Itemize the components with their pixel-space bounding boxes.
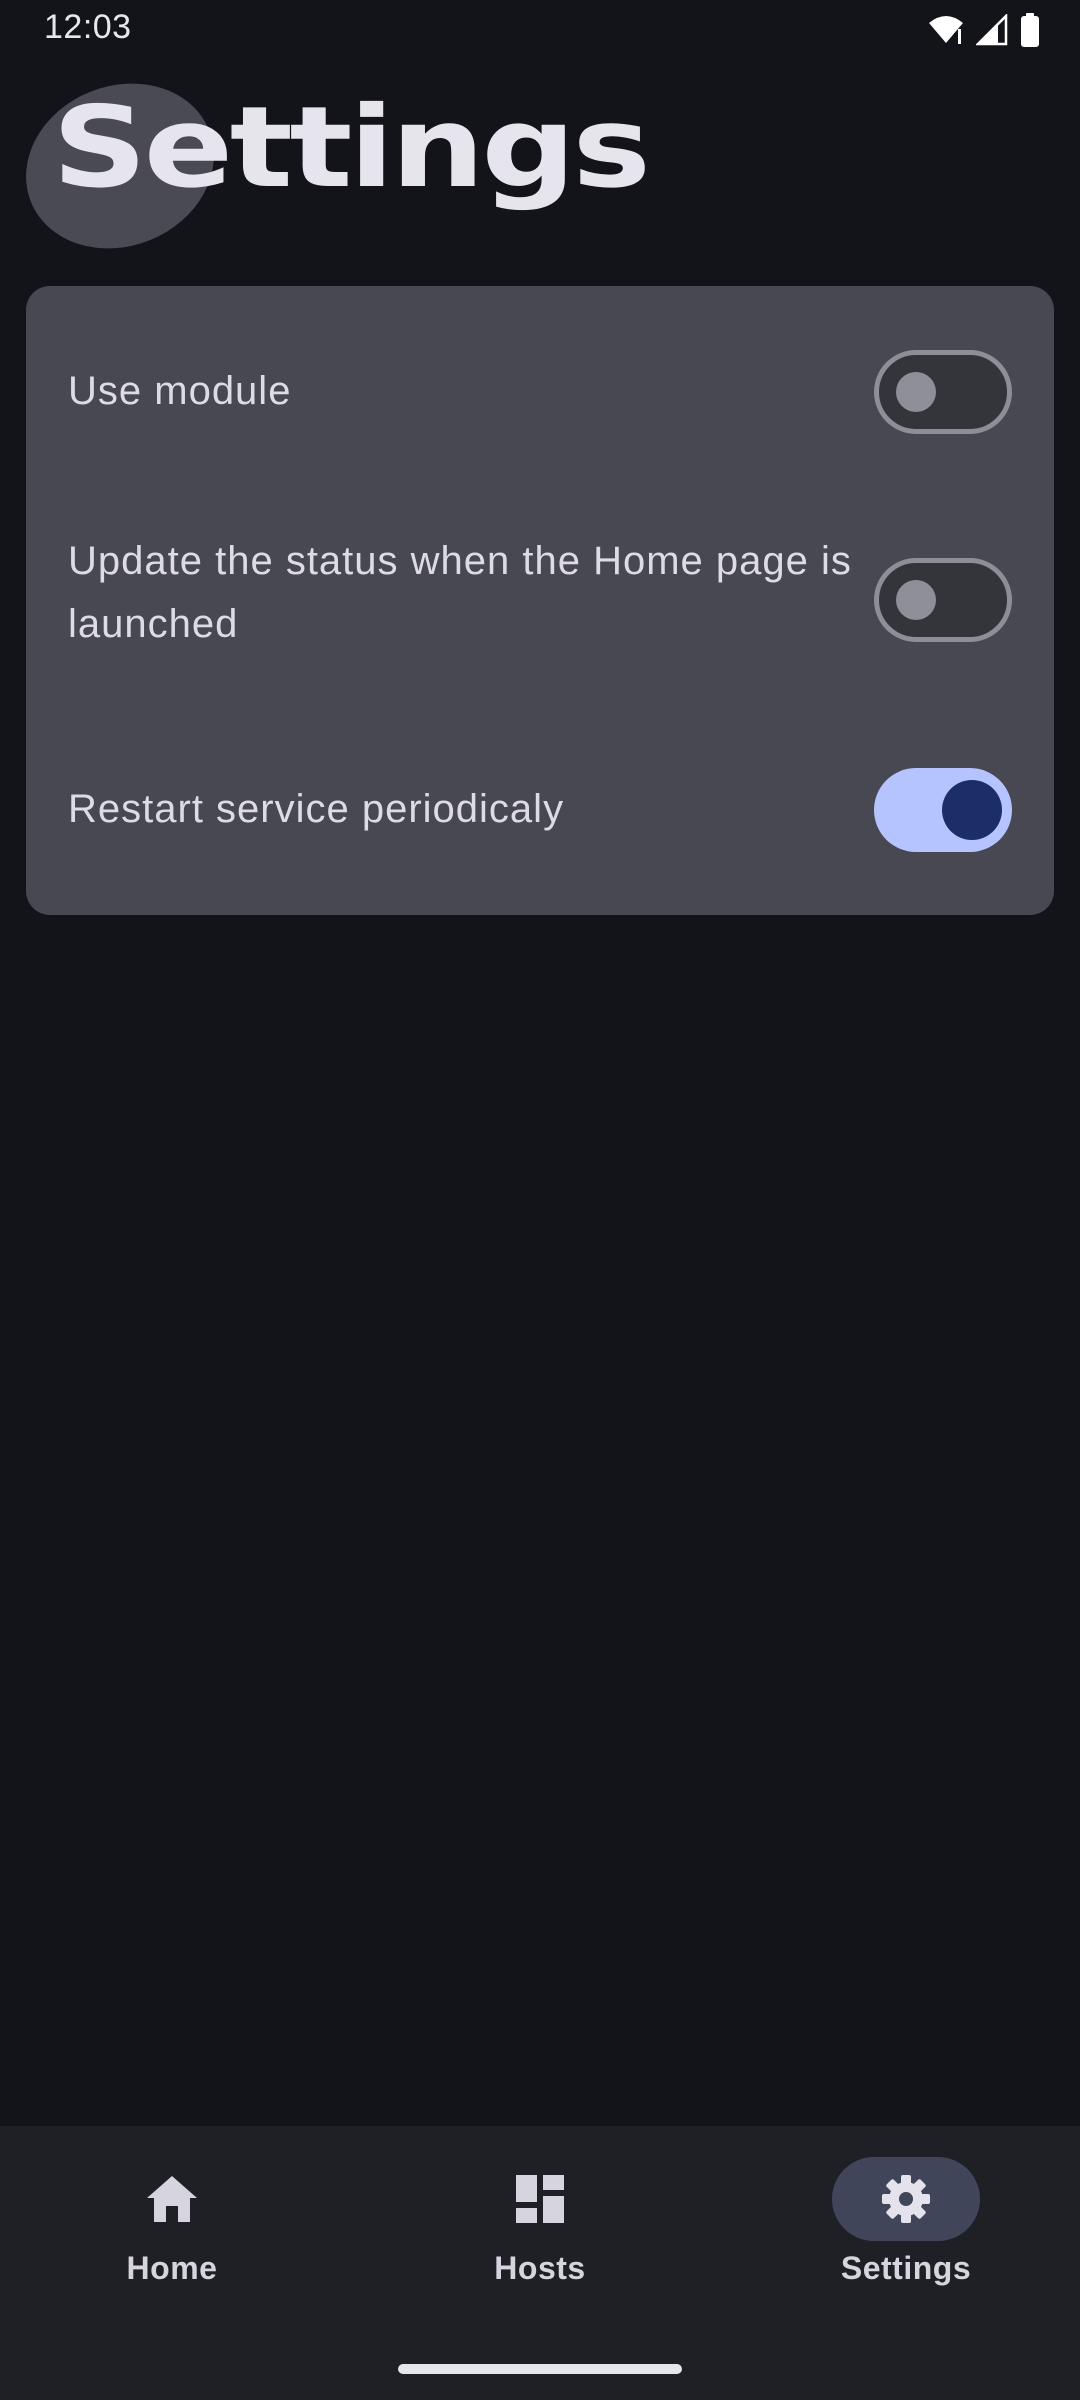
status-bar: 12:03 — [0, 0, 1080, 60]
dashboard-icon — [516, 2175, 564, 2223]
bottom-navigation: Home Hosts Settings — [0, 2126, 1080, 2400]
setting-label: Restart service periodicaly — [68, 787, 565, 831]
nav-label: Hosts — [494, 2250, 586, 2286]
switch-knob — [896, 580, 936, 620]
setting-row-update-status[interactable]: Update the status when the Home page is … — [26, 530, 1054, 660]
setting-label: Update the status when the Home page is … — [68, 539, 852, 646]
signal-icon — [976, 14, 1008, 46]
page-header: Settings — [0, 55, 1080, 277]
status-icons — [928, 12, 1040, 48]
switch-knob — [896, 372, 936, 412]
nav-label: Settings — [840, 2250, 972, 2286]
status-time: 12:03 — [44, 8, 132, 46]
setting-row-restart-service[interactable]: Restart service periodicaly — [26, 768, 1054, 852]
switch-knob — [942, 780, 1002, 840]
update-status-switch[interactable] — [874, 558, 1012, 642]
gear-icon — [881, 2174, 931, 2224]
setting-label: Use module — [68, 369, 292, 413]
nav-icon-container — [466, 2157, 614, 2241]
setting-row-use-module[interactable]: Use module — [26, 350, 1054, 434]
wifi-icon — [928, 15, 964, 45]
nav-icon-container — [832, 2157, 980, 2241]
page-title: Settings — [52, 83, 651, 213]
home-icon — [145, 2174, 199, 2224]
battery-icon — [1020, 13, 1040, 47]
nav-icon-container — [98, 2157, 246, 2241]
nav-label: Home — [126, 2250, 218, 2286]
use-module-switch[interactable] — [874, 350, 1012, 434]
nav-item-home[interactable]: Home — [52, 2126, 292, 2326]
nav-item-settings[interactable]: Settings — [786, 2126, 1026, 2326]
gesture-handle[interactable] — [398, 2364, 682, 2374]
settings-card: Use module Update the status when the Ho… — [26, 286, 1054, 915]
nav-item-hosts[interactable]: Hosts — [420, 2126, 660, 2326]
restart-service-switch[interactable] — [874, 768, 1012, 852]
